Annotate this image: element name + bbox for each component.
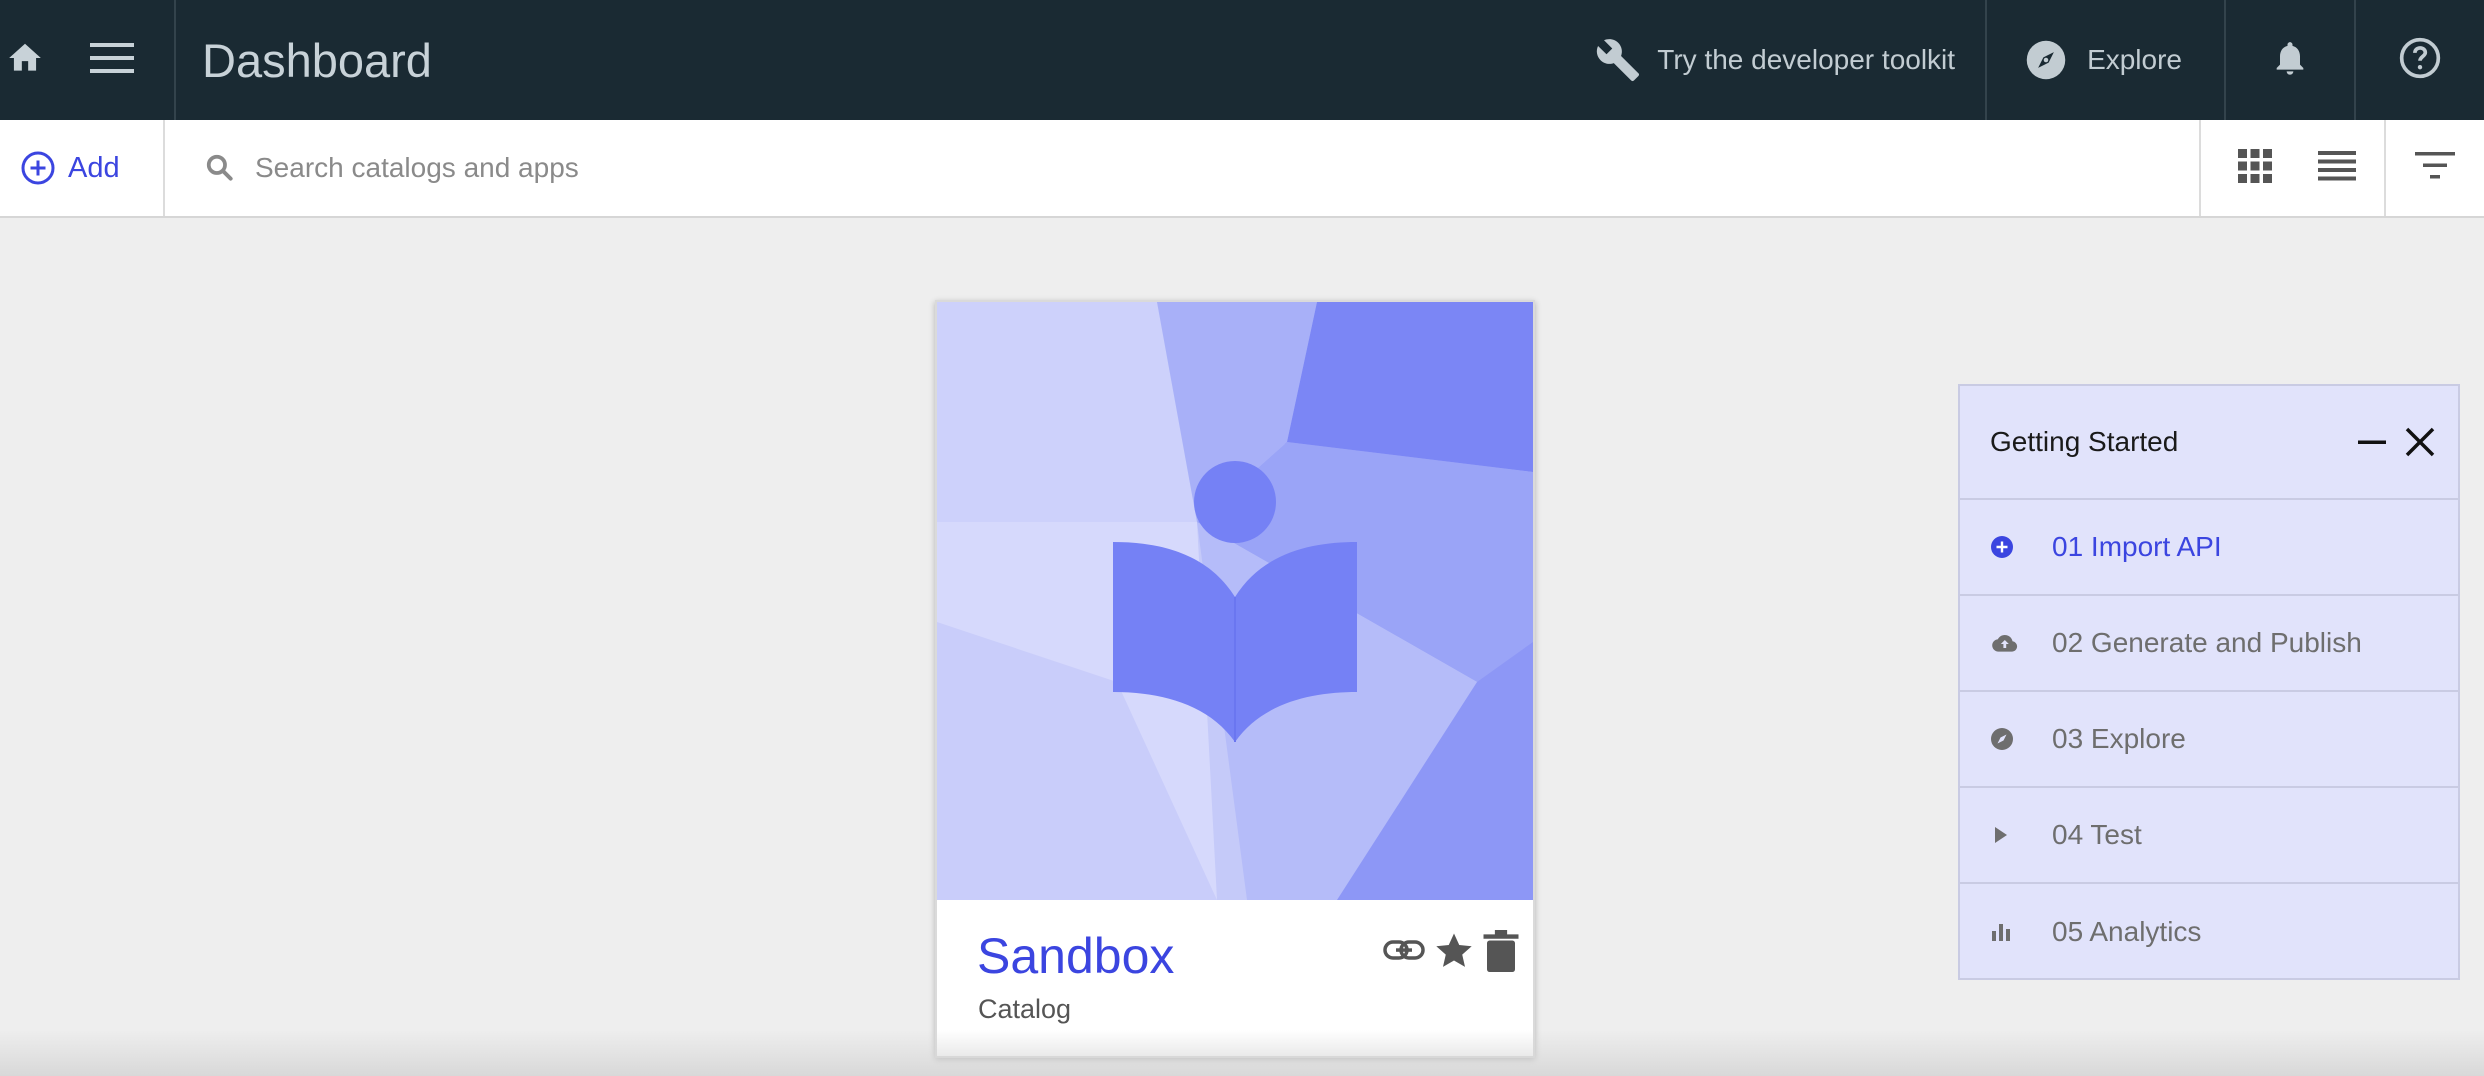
- top-navigation-bar: Dashboard Try the developer toolkit Expl…: [0, 0, 2484, 120]
- getting-started-panel: Getting Started 01 Import API 02 Generat…: [1958, 384, 2460, 980]
- link-icon[interactable]: [1383, 936, 1425, 966]
- step-label: 04 Test: [2052, 819, 2142, 850]
- minimize-button[interactable]: [2348, 427, 2396, 457]
- help-icon: [2398, 36, 2442, 85]
- add-circle-icon: [20, 150, 56, 186]
- step-import-api[interactable]: 01 Import API: [1960, 500, 2458, 596]
- step-test[interactable]: 04 Test: [1960, 788, 2458, 884]
- minimize-icon: [2358, 440, 2386, 444]
- step-explore[interactable]: 03 Explore: [1960, 692, 2458, 788]
- card-actions: [1383, 930, 1519, 972]
- getting-started-title: Getting Started: [1990, 426, 2179, 457]
- explore-label: Explore: [2087, 44, 2182, 75]
- search-icon: [205, 153, 235, 183]
- filter-icon: [2415, 151, 2455, 185]
- add-label: Add: [68, 151, 120, 184]
- compass-icon: [1990, 727, 2022, 751]
- step-analytics[interactable]: 05 Analytics: [1960, 884, 2458, 980]
- step-label: 05 Analytics: [2052, 916, 2202, 947]
- play-icon: [1990, 824, 2022, 846]
- close-icon: [2405, 427, 2435, 457]
- compass-icon: [2025, 39, 2067, 81]
- bottom-shadow: [0, 1030, 2484, 1076]
- filter-button[interactable]: [2384, 120, 2484, 216]
- step-label: 01 Import API: [2052, 531, 2222, 562]
- bar-chart-icon: [1990, 921, 2022, 943]
- main-menu-button[interactable]: [50, 0, 176, 120]
- notifications-button[interactable]: [2224, 0, 2354, 120]
- help-button[interactable]: [2354, 0, 2484, 120]
- list-view-icon: [2317, 150, 2356, 186]
- search-input[interactable]: [255, 152, 1155, 184]
- bell-icon: [2270, 37, 2310, 84]
- search-bar: [165, 120, 2199, 216]
- grid-view-icon: [2238, 148, 2272, 188]
- developer-toolkit-label: Try the developer toolkit: [1657, 44, 1956, 75]
- star-icon[interactable]: [1433, 930, 1475, 972]
- catalog-name[interactable]: Sandbox: [977, 927, 1174, 985]
- hamburger-menu-icon: [90, 41, 134, 80]
- getting-started-header: Getting Started: [1960, 386, 2458, 500]
- close-button[interactable]: [2396, 426, 2444, 458]
- step-generate-and-publish[interactable]: 02 Generate and Publish: [1960, 596, 2458, 692]
- toolbar: Add: [0, 120, 2484, 218]
- step-label: 03 Explore: [2052, 723, 2186, 754]
- list-view-button[interactable]: [2309, 120, 2364, 216]
- explore-link[interactable]: Explore: [1985, 0, 2224, 120]
- trash-icon[interactable]: [1483, 930, 1519, 972]
- home-icon: [6, 39, 44, 82]
- step-label: 02 Generate and Publish: [2052, 627, 2362, 658]
- catalog-type-label: Catalog: [978, 994, 1072, 1024]
- catalog-illustration: [937, 302, 1533, 900]
- home-button[interactable]: [0, 0, 50, 120]
- add-button[interactable]: Add: [0, 120, 165, 216]
- catalog-card[interactable]: Sandbox Catalog: [935, 300, 1535, 1058]
- add-circle-icon: [1990, 535, 2022, 559]
- developer-toolkit-link[interactable]: Try the developer toolkit: [1565, 0, 1985, 120]
- page-title: Dashboard: [202, 33, 432, 87]
- grid-view-button[interactable]: [2199, 120, 2309, 216]
- cloud-upload-icon: [1990, 632, 2022, 654]
- wrench-icon: [1595, 37, 1641, 83]
